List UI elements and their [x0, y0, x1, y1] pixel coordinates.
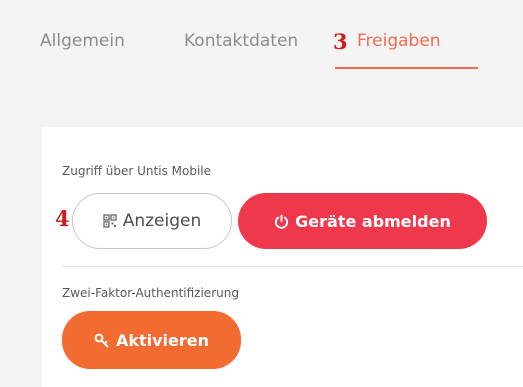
section-divider: [62, 266, 523, 267]
tab-allgemein[interactable]: Allgemein: [40, 30, 125, 52]
logout-devices-button[interactable]: Geräte abmelden: [238, 193, 487, 249]
show-qr-button[interactable]: Anzeigen: [72, 193, 232, 249]
logout-devices-button-label: Geräte abmelden: [295, 211, 451, 231]
active-tab-indicator: [335, 67, 478, 69]
activate-2fa-button[interactable]: Aktivieren: [62, 311, 241, 369]
two-factor-label: Zwei-Faktor-Authentifizierung: [62, 286, 239, 300]
mobile-access-label: Zugriff über Untis Mobile: [62, 164, 212, 178]
key-icon: [94, 333, 110, 348]
show-qr-button-label: Anzeigen: [122, 211, 202, 231]
activate-2fa-button-label: Aktivieren: [115, 330, 210, 350]
annotation-marker-4: 4: [55, 206, 70, 231]
power-icon: [274, 213, 289, 229]
tab-freigaben[interactable]: Freigaben: [357, 30, 441, 52]
annotation-marker-3: 3: [333, 29, 348, 54]
qr-code-icon: [103, 214, 117, 228]
tab-kontaktdaten[interactable]: Kontaktdaten: [184, 30, 298, 52]
tab-bar: Allgemein Kontaktdaten Freigaben: [0, 0, 523, 100]
